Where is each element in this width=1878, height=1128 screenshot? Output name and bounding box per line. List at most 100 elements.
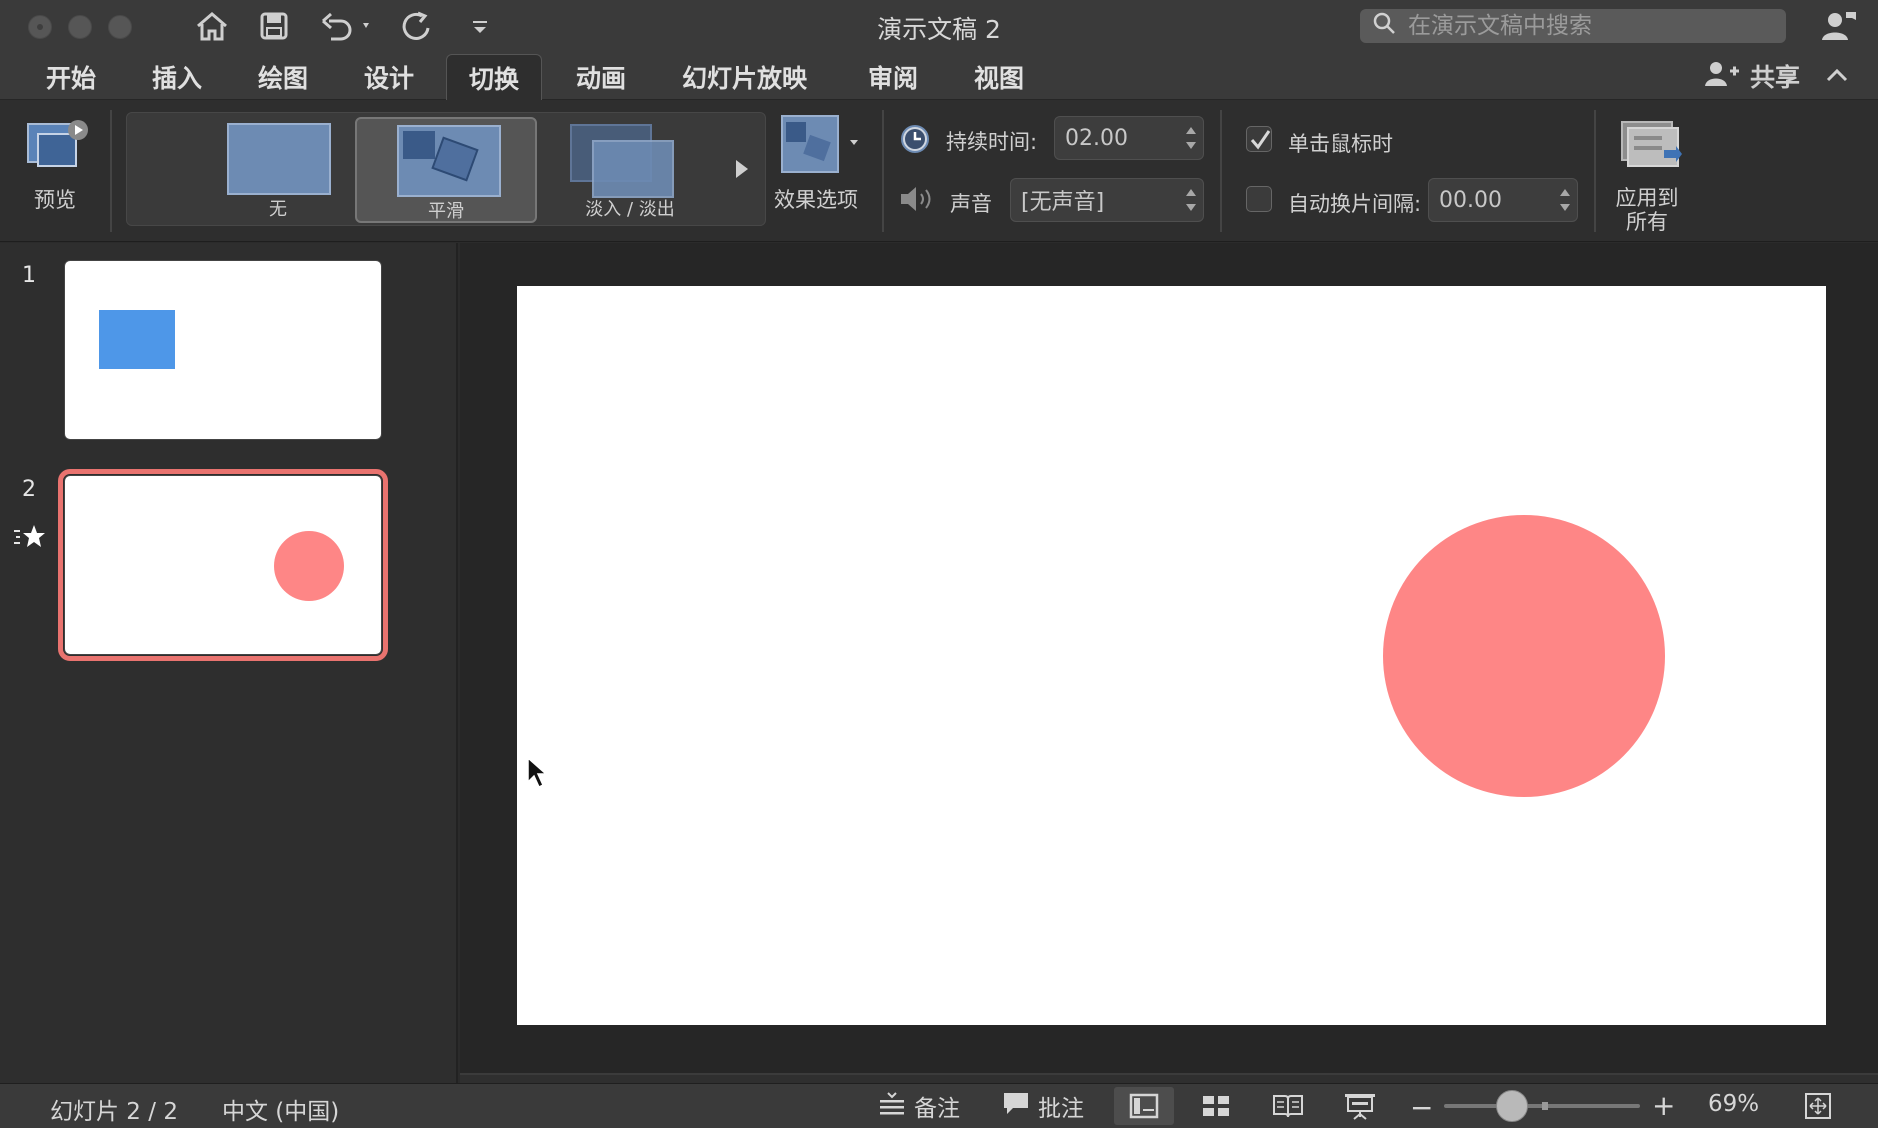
on-mouse-click-checkbox[interactable] bbox=[1246, 126, 1272, 152]
auto-advance-label: 自动换片间隔: bbox=[1288, 192, 1422, 216]
notes-button[interactable]: 备注 bbox=[878, 1087, 960, 1125]
effect-options-button[interactable]: 效果选项 bbox=[774, 112, 864, 220]
add-person-icon bbox=[1704, 59, 1740, 93]
transition-fade-thumbnail bbox=[569, 123, 674, 198]
sound-label: 声音 bbox=[950, 192, 992, 216]
apply-to-all-icon bbox=[1620, 120, 1682, 180]
tab-view[interactable]: 视图 bbox=[952, 54, 1046, 100]
redo-icon[interactable] bbox=[398, 8, 436, 44]
zoom-percentage[interactable]: 69% bbox=[1708, 1091, 1759, 1117]
search-input[interactable] bbox=[1408, 13, 1768, 39]
comments-button[interactable]: 批注 bbox=[1002, 1087, 1084, 1125]
presentation-icon bbox=[1345, 1094, 1375, 1120]
apply-to-all-line1: 应用到 bbox=[1615, 186, 1679, 210]
language-indicator[interactable]: 中文 (中国) bbox=[222, 1092, 339, 1126]
transition-fade[interactable]: 淡入 / 淡出 bbox=[539, 117, 721, 223]
transition-morph-label: 平滑 bbox=[428, 201, 464, 222]
gallery-scroll-right-icon[interactable] bbox=[730, 156, 754, 182]
slide-thumbnails-pane[interactable]: 1 2 bbox=[0, 243, 458, 1083]
apply-to-all-label: 应用到 所有 bbox=[1612, 186, 1682, 234]
slide-1-rectangle-shape bbox=[99, 310, 175, 369]
duration-stepper[interactable]: 02.00 bbox=[1054, 116, 1204, 160]
speaker-icon bbox=[898, 184, 936, 220]
slideshow-view-button[interactable] bbox=[1330, 1087, 1390, 1125]
circle-shape[interactable] bbox=[1383, 515, 1665, 797]
search-box[interactable] bbox=[1360, 9, 1786, 43]
transition-morph[interactable]: 平滑 bbox=[355, 117, 537, 223]
share-label: 共享 bbox=[1750, 63, 1801, 92]
ribbon-divider bbox=[882, 110, 884, 232]
duration-value: 02.00 bbox=[1065, 125, 1128, 151]
tab-slideshow[interactable]: 幻灯片放映 bbox=[660, 54, 829, 100]
window-zoom-button[interactable] bbox=[108, 15, 132, 39]
title-bar: 演示文稿 2 bbox=[0, 0, 1878, 52]
preview-icon bbox=[26, 118, 90, 180]
notes-icon bbox=[878, 1091, 906, 1121]
slide-sorter-view-button[interactable] bbox=[1186, 1087, 1246, 1125]
effect-options-label: 效果选项 bbox=[774, 188, 858, 212]
slide-counter: 幻灯片 2 / 2 bbox=[50, 1099, 178, 1125]
tab-insert[interactable]: 插入 bbox=[130, 54, 224, 100]
transition-gallery: 无 平滑 淡入 / 淡出 bbox=[126, 112, 766, 226]
auto-advance-value: 00.00 bbox=[1439, 187, 1502, 213]
ribbon-tabs: 开始 插入 绘图 设计 切换 动画 幻灯片放映 审阅 视图 bbox=[0, 52, 1878, 100]
zoom-slider-thumb[interactable] bbox=[1496, 1090, 1528, 1122]
undo-icon[interactable] bbox=[318, 8, 376, 44]
reading-view-button[interactable] bbox=[1258, 1087, 1318, 1125]
customize-toolbar-icon[interactable] bbox=[468, 8, 492, 44]
zoom-out-button[interactable]: − bbox=[1410, 1091, 1433, 1124]
clock-icon bbox=[900, 124, 930, 160]
ribbon-divider bbox=[1220, 110, 1222, 232]
ribbon-divider bbox=[110, 110, 112, 232]
auto-advance-stepper[interactable]: 00.00 bbox=[1428, 178, 1578, 222]
home-icon[interactable] bbox=[192, 8, 232, 44]
search-icon bbox=[1372, 11, 1396, 41]
share-button[interactable]: 共享 bbox=[1704, 56, 1800, 96]
effect-options-icon bbox=[780, 114, 862, 182]
horizontal-scrollbar[interactable] bbox=[460, 1073, 1878, 1083]
slide-number: 1 bbox=[22, 263, 36, 288]
normal-view-icon bbox=[1129, 1093, 1159, 1119]
mouse-cursor-icon bbox=[526, 756, 548, 796]
transition-morph-thumbnail bbox=[397, 125, 501, 197]
transition-fade-label: 淡入 / 淡出 bbox=[585, 199, 675, 220]
tab-transitions[interactable]: 切换 bbox=[446, 54, 543, 100]
zoom-slider-tick bbox=[1542, 1102, 1548, 1110]
slide-number: 2 bbox=[22, 477, 36, 502]
window-minimize-button[interactable] bbox=[68, 15, 92, 39]
tab-home[interactable]: 开始 bbox=[24, 54, 118, 100]
slide-sorter-icon bbox=[1203, 1096, 1229, 1116]
comment-icon bbox=[1002, 1090, 1030, 1122]
ribbon-divider bbox=[1594, 110, 1596, 232]
sound-dropdown-icon[interactable] bbox=[1183, 183, 1199, 217]
apply-to-all-button[interactable]: 应用到 所有 bbox=[1612, 116, 1686, 236]
on-mouse-click-label: 单击鼠标时 bbox=[1288, 132, 1393, 156]
slide-thumbnail-1[interactable] bbox=[64, 260, 382, 440]
auto-advance-spinner-icon[interactable] bbox=[1557, 183, 1573, 217]
collapse-ribbon-icon[interactable] bbox=[1824, 60, 1850, 90]
normal-view-button[interactable] bbox=[1114, 1087, 1174, 1125]
sound-select[interactable]: [无声音] bbox=[1010, 178, 1204, 222]
window-close-button[interactable] bbox=[28, 15, 52, 39]
duration-spinner-icon[interactable] bbox=[1183, 121, 1199, 155]
auto-advance-checkbox[interactable] bbox=[1246, 186, 1272, 212]
preview-label: 预览 bbox=[34, 188, 76, 212]
duration-label: 持续时间: bbox=[946, 130, 1038, 154]
checkmark-icon bbox=[1250, 130, 1271, 150]
transition-none[interactable]: 无 bbox=[187, 117, 369, 223]
tab-review[interactable]: 审阅 bbox=[846, 54, 940, 100]
preview-button[interactable]: 预览 bbox=[22, 114, 88, 214]
sound-value: [无声音] bbox=[1021, 190, 1105, 215]
comments-label: 批注 bbox=[1038, 1096, 1084, 1122]
tab-animations[interactable]: 动画 bbox=[554, 54, 648, 100]
transition-none-label: 无 bbox=[269, 199, 287, 220]
notes-label: 备注 bbox=[914, 1096, 960, 1122]
save-icon[interactable] bbox=[256, 8, 292, 44]
slide-thumbnail-2[interactable] bbox=[58, 469, 388, 661]
account-icon[interactable] bbox=[1820, 8, 1858, 44]
tab-design[interactable]: 设计 bbox=[342, 54, 436, 100]
zoom-in-button[interactable]: + bbox=[1652, 1089, 1675, 1122]
tab-draw[interactable]: 绘图 bbox=[236, 54, 330, 100]
fit-to-window-icon bbox=[1805, 1093, 1831, 1119]
fit-to-window-button[interactable] bbox=[1790, 1087, 1846, 1125]
